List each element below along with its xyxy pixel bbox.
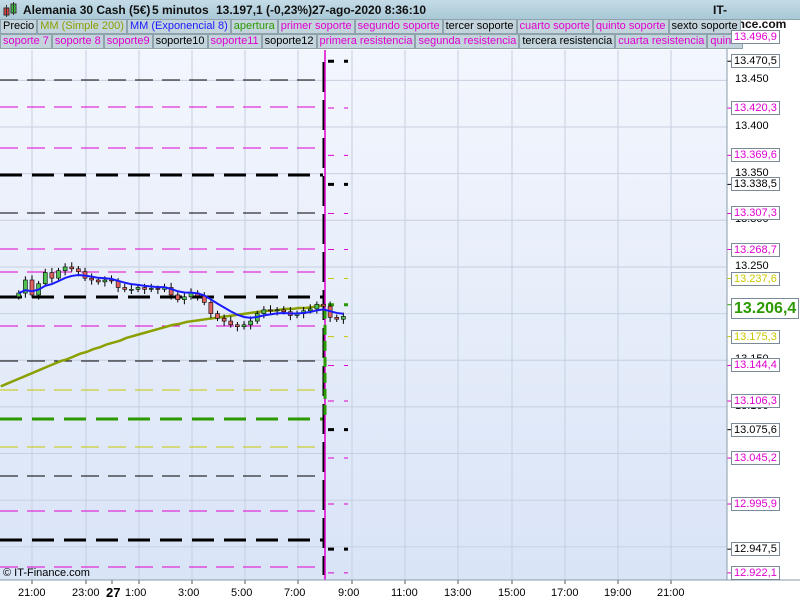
candle-body (42, 272, 48, 285)
legend-item[interactable]: soporte11 (207, 34, 262, 49)
candle-body (215, 313, 220, 319)
watermark: © IT-Finance.com (3, 567, 90, 579)
level-label: 13.470,5 (731, 54, 780, 69)
price-chart[interactable] (0, 0, 800, 600)
last-price-change: 13.197,1 (-0,23%) (216, 3, 313, 17)
legend-item[interactable]: primera resistencia (316, 34, 416, 49)
x-tick-label: 19:00 (604, 587, 632, 599)
level-label: 12.922,1 (731, 565, 780, 580)
candle-body (95, 279, 101, 283)
legend-item[interactable]: soporte9 (103, 34, 153, 49)
legend-item[interactable]: soporte 7 (0, 34, 52, 49)
x-tick-label: 23:00 (72, 587, 100, 599)
candle-body (129, 289, 134, 291)
candle-body (155, 288, 161, 290)
level-label: 13.144,4 (731, 358, 780, 373)
candle-body (69, 266, 75, 270)
level-label: 13.075,6 (731, 422, 780, 437)
level-label: 13.420,3 (731, 101, 780, 116)
level-label: 13.175,3 (731, 329, 780, 344)
level-label: 13.307,3 (731, 206, 780, 221)
candle-body (274, 309, 280, 312)
candle-body (16, 292, 22, 298)
candle-body (241, 324, 247, 327)
legend-item[interactable]: MM (Exponencial 8) (126, 19, 231, 34)
instrument-name: Alemania 30 Cash (5€) (23, 3, 151, 17)
x-tick-label: 13:00 (444, 587, 472, 599)
candle-body (208, 302, 214, 314)
candle-body (307, 308, 313, 312)
legend-item[interactable]: soporte 8 (51, 34, 104, 49)
y-tick-label: 13.250 (735, 259, 769, 272)
legend-item[interactable]: segunda resistencia (415, 34, 520, 49)
legend-item[interactable]: quinto soporte (592, 19, 669, 34)
x-tick-label: 9:00 (338, 587, 360, 599)
legend-row-2: soporte 7 soporte 8 soporte9 soporte10 sopor… (0, 34, 744, 49)
legend-item[interactable]: soporte12 (261, 34, 317, 49)
level-label: 13.045,2 (731, 451, 780, 466)
candle-body (29, 279, 35, 296)
x-tick-label: 21:00 (18, 587, 46, 599)
x-tick-label: 11:00 (391, 587, 418, 599)
candle-body (221, 317, 227, 322)
legend-item[interactable]: segundo soporte (354, 19, 443, 34)
level-label: 12.995,9 (731, 497, 780, 512)
x-tick-label: 15:00 (498, 587, 526, 599)
legend-item[interactable]: cuarto soporte (516, 19, 593, 34)
legend-item[interactable]: apertura (230, 19, 278, 34)
x-tick-label: 3:00 (178, 587, 200, 599)
timeframe: 5 minutos (152, 3, 209, 17)
candle-body (261, 309, 267, 314)
candle-body (334, 317, 340, 320)
candle-body (235, 324, 240, 327)
candle-body (76, 268, 81, 272)
candle-body (268, 309, 273, 312)
legend-row-1: Precio MM (Simple 200) MM (Exponencial 8) a… (0, 19, 741, 34)
x-tick-label: 1:00 (125, 587, 147, 599)
x-tick-label: 7:00 (284, 587, 306, 599)
legend-item[interactable]: tercer soporte (442, 19, 517, 34)
legend-item[interactable]: soporte10 (152, 34, 208, 49)
candle-body (248, 320, 253, 326)
candle-body (314, 303, 320, 310)
candle-body (56, 270, 61, 279)
legend-item[interactable]: sexto soporte (668, 19, 741, 34)
y-tick-label: 13.400 (735, 120, 769, 132)
legend-item[interactable]: MM (Simple 200) (37, 19, 127, 34)
candle-body (62, 266, 68, 271)
x-tick-label: 21:00 (657, 587, 685, 599)
candle-body (89, 277, 94, 281)
level-label: 13.237,6 (731, 271, 780, 286)
x-tick-label: 27 (106, 585, 121, 600)
candle-body (102, 279, 108, 283)
title-bar: Alemania 30 Cash (5€) 5 minutos 13.197,1… (0, 0, 800, 31)
candle-body (49, 272, 55, 279)
candle-body (135, 287, 141, 290)
candle-body (341, 316, 346, 320)
legend-item[interactable]: cuarta resistencia (615, 34, 708, 49)
legend-item[interactable]: tercera resistencia (519, 34, 616, 49)
candle-body (281, 309, 287, 313)
y-tick-label: 13.450 (735, 73, 769, 86)
datetime: 27-ago-2020 8:36:10 (312, 3, 427, 17)
candlestick-logo-icon (3, 2, 17, 17)
candle-body (148, 288, 154, 290)
candle-body (122, 287, 128, 290)
x-tick-label: 17:00 (551, 587, 579, 599)
candle-body (175, 294, 181, 300)
level-label: 13.496,9 (731, 29, 780, 44)
candle-body (142, 287, 147, 290)
legend-item[interactable]: Precio (0, 19, 38, 34)
x-tick-label: 5:00 (231, 587, 253, 599)
candle-body (182, 296, 187, 300)
last-price-label: 13.206,4 (731, 297, 800, 319)
level-label: 13.106,3 (731, 394, 780, 409)
level-label: 13.268,7 (731, 242, 780, 257)
candle-body (228, 320, 234, 326)
candle-body (321, 303, 326, 307)
legend-item[interactable]: primer soporte (277, 19, 355, 34)
level-label: 13.369,6 (731, 148, 780, 163)
level-label: 12.947,5 (731, 542, 780, 557)
level-label: 13.338,5 (731, 177, 780, 192)
